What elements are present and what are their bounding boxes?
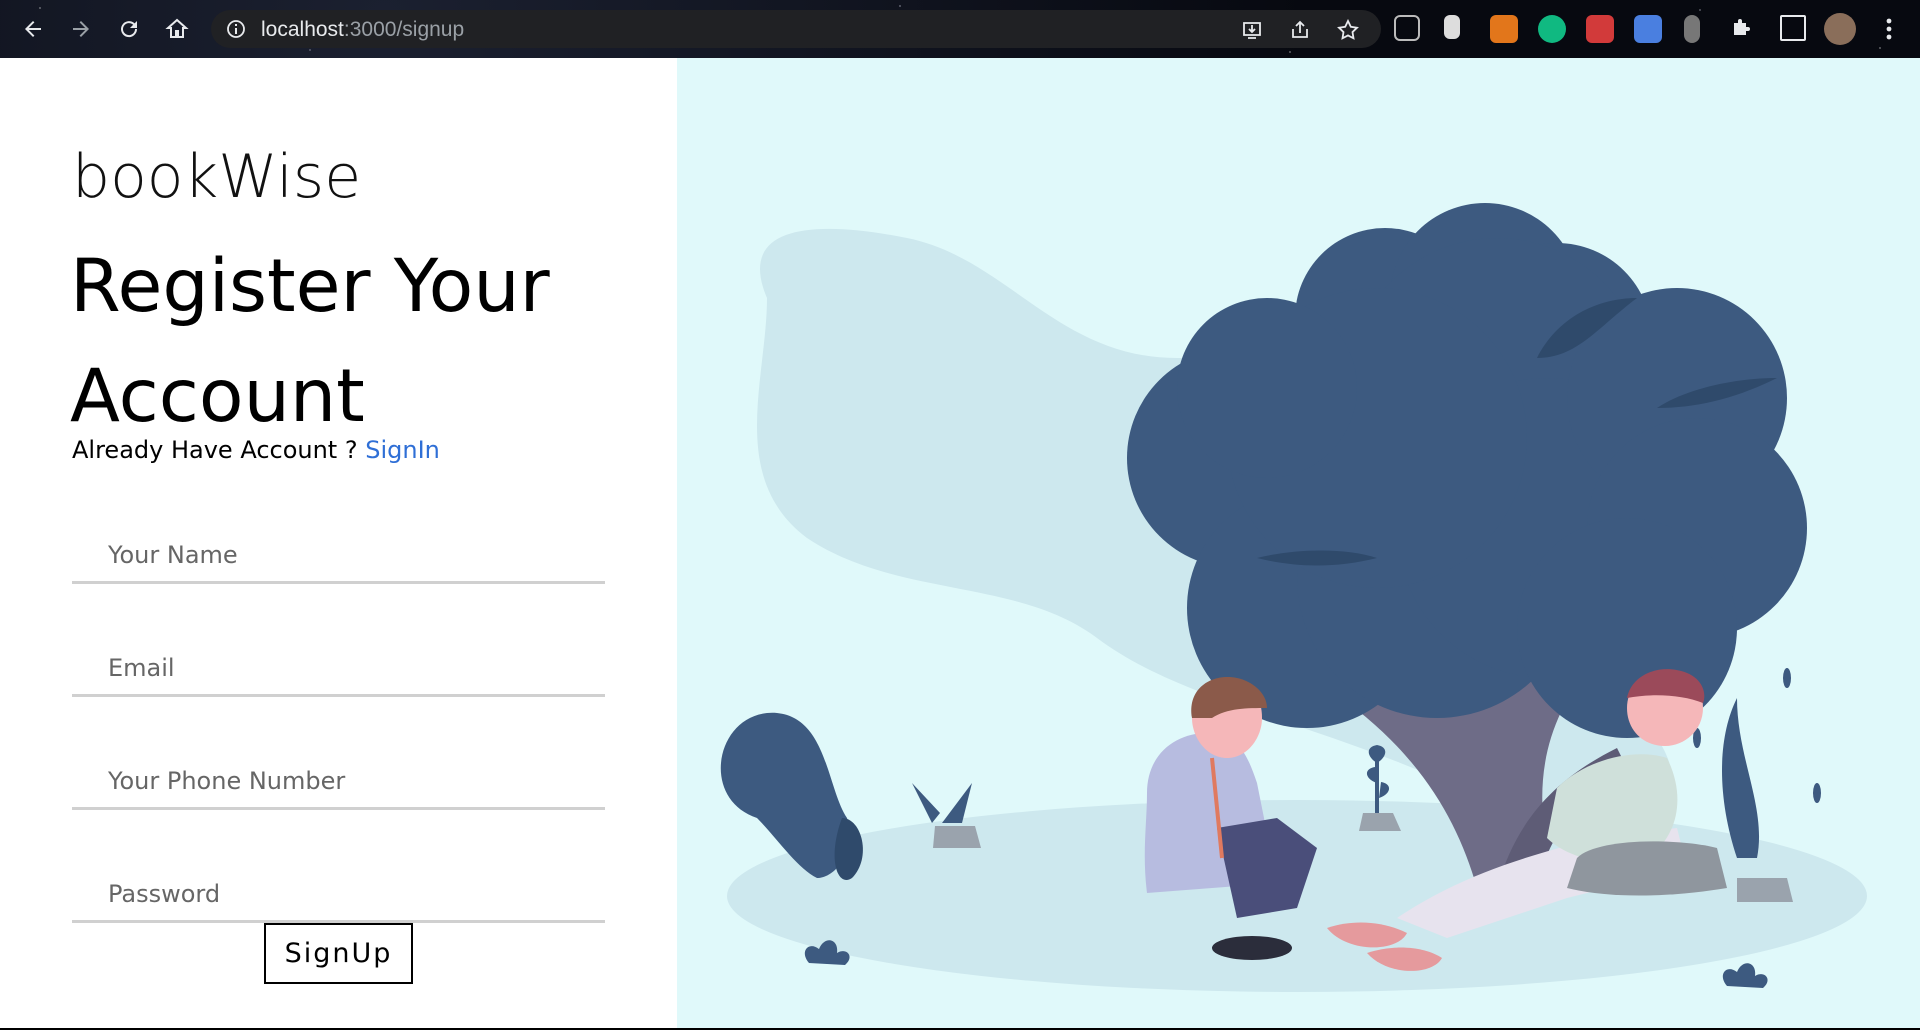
phone-input[interactable] — [72, 754, 605, 810]
puzzle-extensions-icon[interactable] — [1730, 15, 1754, 43]
signup-button[interactable]: SignUp — [264, 923, 413, 984]
brand-logo: bookWise — [72, 142, 362, 212]
name-input[interactable] — [72, 528, 605, 584]
menu-dots-icon[interactable] — [1874, 14, 1904, 44]
translate-extension-icon[interactable] — [1634, 15, 1662, 43]
reload-icon[interactable] — [114, 14, 144, 44]
back-arrow-icon[interactable] — [18, 14, 48, 44]
page-title: Register Your Account — [70, 244, 550, 439]
home-icon[interactable] — [162, 14, 192, 44]
signup-form-panel: bookWise Register Your Account Already H… — [0, 58, 677, 1030]
install-icon[interactable] — [1241, 19, 1263, 41]
people-under-tree-illustration — [720, 203, 1867, 992]
document-extension-icon[interactable] — [1444, 15, 1460, 39]
forward-arrow-icon[interactable] — [66, 14, 96, 44]
signup-page: bookWise Register Your Account Already H… — [0, 58, 1920, 1030]
browser-toolbar: localhost:3000/signup — [0, 0, 1920, 58]
address-bar[interactable]: localhost:3000/signup — [211, 10, 1381, 48]
signin-prompt-text: Already Have Account ? — [72, 436, 366, 464]
bug-extension-icon[interactable] — [1684, 15, 1700, 43]
email-input[interactable] — [72, 641, 605, 697]
signin-prompt: Already Have Account ? SignIn — [72, 436, 440, 464]
star-icon[interactable] — [1337, 19, 1359, 41]
info-icon[interactable] — [226, 19, 246, 39]
profile-avatar[interactable] — [1824, 13, 1856, 45]
password-input[interactable] — [72, 867, 605, 923]
side-panel-icon[interactable] — [1780, 15, 1806, 41]
illustration-panel — [677, 58, 1920, 1030]
fox-extension-icon[interactable] — [1490, 15, 1518, 43]
share-icon[interactable] — [1289, 19, 1311, 41]
signin-link[interactable]: SignIn — [365, 436, 440, 464]
grammar-extension-icon[interactable] — [1538, 15, 1566, 43]
red-extension-icon[interactable] — [1586, 15, 1614, 43]
url-text: localhost:3000/signup — [261, 18, 465, 41]
reader-extension-icon[interactable] — [1394, 15, 1420, 41]
